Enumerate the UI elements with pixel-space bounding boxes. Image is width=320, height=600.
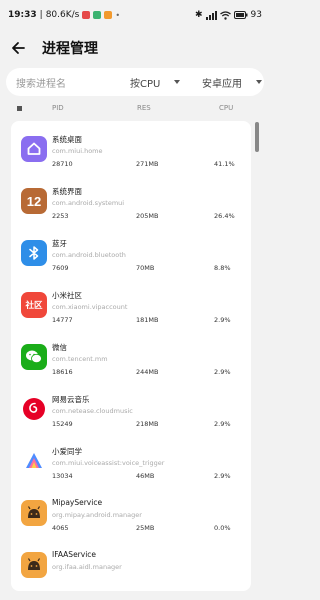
- process-cpu: 2.9%: [214, 368, 231, 376]
- process-row[interactable]: 系统桌面 com.miui.home 28710 271MB 41.1%: [11, 125, 251, 178]
- column-cpu: CPU: [219, 104, 234, 112]
- process-name: 微信: [52, 343, 67, 352]
- process-res: 205MB: [136, 212, 159, 220]
- chevron-down-icon: [174, 80, 181, 84]
- status-time: 19:33: [8, 10, 37, 20]
- process-name: IFAAService: [52, 550, 97, 559]
- status-left: 19:33 | 80.6K/s •: [8, 10, 120, 20]
- process-row[interactable]: 社区 小米社区 com.xiaomi.vipaccount 14777 181M…: [11, 281, 251, 334]
- battery-icon: [233, 11, 248, 19]
- process-pid: 14777: [52, 316, 73, 324]
- process-name: 系统桌面: [52, 135, 82, 144]
- process-package: com.xiaomi.vipaccount: [52, 303, 128, 311]
- android-icon: [21, 500, 47, 526]
- process-pid: 28710: [52, 160, 73, 168]
- process-cpu: 26.4%: [214, 212, 235, 220]
- process-name: 小米社区: [52, 291, 82, 300]
- process-row[interactable]: 12 系统界面 com.android.systemui 2253 205MB …: [11, 177, 251, 230]
- process-cpu: 2.9%: [214, 472, 231, 480]
- column-pid: PID: [52, 104, 64, 112]
- systemui-icon: 12: [21, 188, 47, 214]
- music-icon: [21, 396, 47, 422]
- process-name: 系统界面: [52, 187, 82, 196]
- process-package: org.mipay.android.manager: [52, 511, 142, 519]
- process-pid: 15249: [52, 420, 73, 428]
- bluetooth-status-icon: ✱: [195, 10, 203, 20]
- process-cpu: 2.9%: [214, 420, 231, 428]
- process-name: 蓝牙: [52, 239, 67, 248]
- search-input[interactable]: 搜索进程名: [16, 75, 116, 90]
- process-pid: 4065: [52, 524, 69, 532]
- process-row[interactable]: 网易云音乐 com.netease.cloudmusic 15249 218MB…: [11, 385, 251, 438]
- process-row[interactable]: 蓝牙 com.android.bluetooth 7609 70MB 8.8%: [11, 229, 251, 282]
- more-notifications-icon: •: [115, 10, 121, 20]
- app-bar: 进程管理: [0, 30, 270, 66]
- select-all-icon: [17, 106, 22, 111]
- chevron-down-icon: [256, 80, 262, 84]
- process-res: 271MB: [136, 160, 159, 168]
- type-dropdown-label: 安卓应用: [202, 78, 242, 90]
- process-res: 244MB: [136, 368, 159, 376]
- wechat-icon: [21, 344, 47, 370]
- android-icon: [21, 552, 47, 578]
- notification-icon-orange: [104, 11, 113, 19]
- status-right: ✱ 93: [195, 10, 262, 20]
- process-res: 218MB: [136, 420, 159, 428]
- process-row[interactable]: MipayService org.mipay.android.manager 4…: [11, 489, 251, 542]
- process-pid: 18616: [52, 368, 73, 376]
- process-pid: 13034: [52, 472, 73, 480]
- process-res: 181MB: [136, 316, 159, 324]
- process-package: com.tencent.mm: [52, 355, 108, 363]
- process-cpu: 8.8%: [214, 264, 231, 272]
- process-res: 70MB: [136, 264, 155, 272]
- process-row[interactable]: IFAAService org.ifaa.aidl.manager: [11, 541, 251, 591]
- process-name: MipayService: [52, 498, 103, 507]
- status-bar: 19:33 | 80.6K/s • ✱ 93: [0, 0, 270, 30]
- process-list: 系统桌面 com.miui.home 28710 271MB 41.1% 12 …: [11, 121, 251, 591]
- process-cpu: 41.1%: [214, 160, 235, 168]
- process-pid: 7609: [52, 264, 69, 272]
- community-icon-text: 社区: [25, 301, 43, 311]
- home-icon: [21, 136, 47, 162]
- type-dropdown[interactable]: 安卓应用: [202, 75, 262, 90]
- process-row[interactable]: 微信 com.tencent.mm 18616 244MB 2.9%: [11, 333, 251, 386]
- process-res: 46MB: [136, 472, 155, 480]
- process-package: com.android.bluetooth: [52, 251, 126, 259]
- list-scrollbar[interactable]: [255, 122, 259, 152]
- process-package: com.miui.voiceassist:voice_trigger: [52, 459, 165, 467]
- sort-dropdown[interactable]: 按CPU: [130, 75, 181, 90]
- process-package: com.netease.cloudmusic: [52, 407, 133, 415]
- column-header: PID RES CPU: [0, 101, 270, 117]
- process-name: 网易云音乐: [52, 395, 90, 404]
- sort-dropdown-label: 按CPU: [130, 78, 161, 90]
- column-res: RES: [137, 104, 151, 112]
- wifi-icon: [219, 10, 231, 20]
- signal-icon: [205, 10, 217, 20]
- battery-level: 93: [250, 10, 262, 20]
- status-separator: |: [39, 10, 43, 20]
- back-arrow-icon: [12, 42, 25, 54]
- network-speed: 80.6K/s: [45, 10, 80, 20]
- filter-bar: 搜索进程名 按CPU 安卓应用: [6, 68, 264, 96]
- voice-assistant-icon: [21, 448, 47, 474]
- process-package: org.ifaa.aidl.manager: [52, 563, 122, 571]
- bluetooth-icon: [21, 240, 47, 266]
- process-cpu: 0.0%: [214, 524, 231, 532]
- process-cpu: 2.9%: [214, 316, 231, 324]
- process-name: 小爱同学: [52, 447, 82, 456]
- process-row[interactable]: 小爱同学 com.miui.voiceassist:voice_trigger …: [11, 437, 251, 490]
- notification-icon-green: [93, 11, 102, 19]
- notification-icon-red: [82, 11, 91, 19]
- process-package: com.android.systemui: [52, 199, 125, 207]
- process-res: 25MB: [136, 524, 155, 532]
- process-pid: 2253: [52, 212, 69, 220]
- page-title: 进程管理: [42, 41, 98, 57]
- back-button[interactable]: [8, 38, 28, 58]
- process-package: com.miui.home: [52, 147, 103, 155]
- community-icon: 社区: [21, 292, 47, 318]
